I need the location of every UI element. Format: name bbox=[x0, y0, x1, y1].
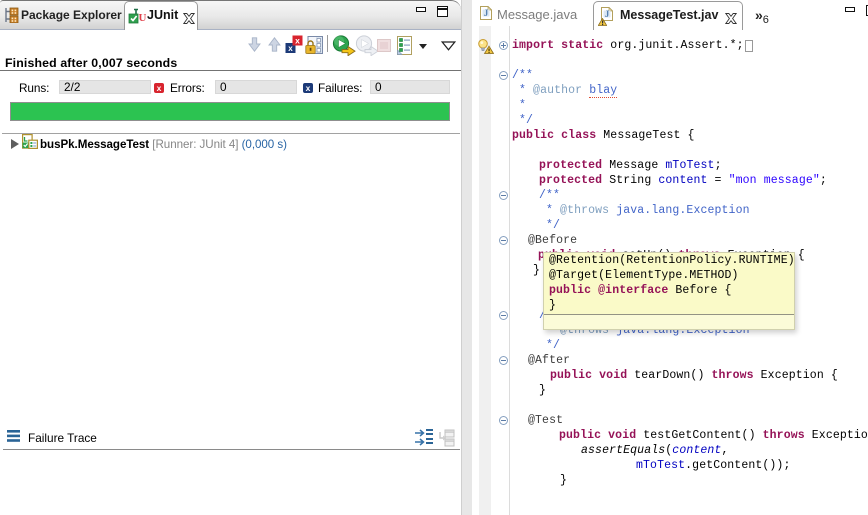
svg-text:U: U bbox=[139, 12, 147, 24]
svg-text:J: J bbox=[484, 8, 489, 18]
svg-text:x: x bbox=[295, 36, 300, 46]
